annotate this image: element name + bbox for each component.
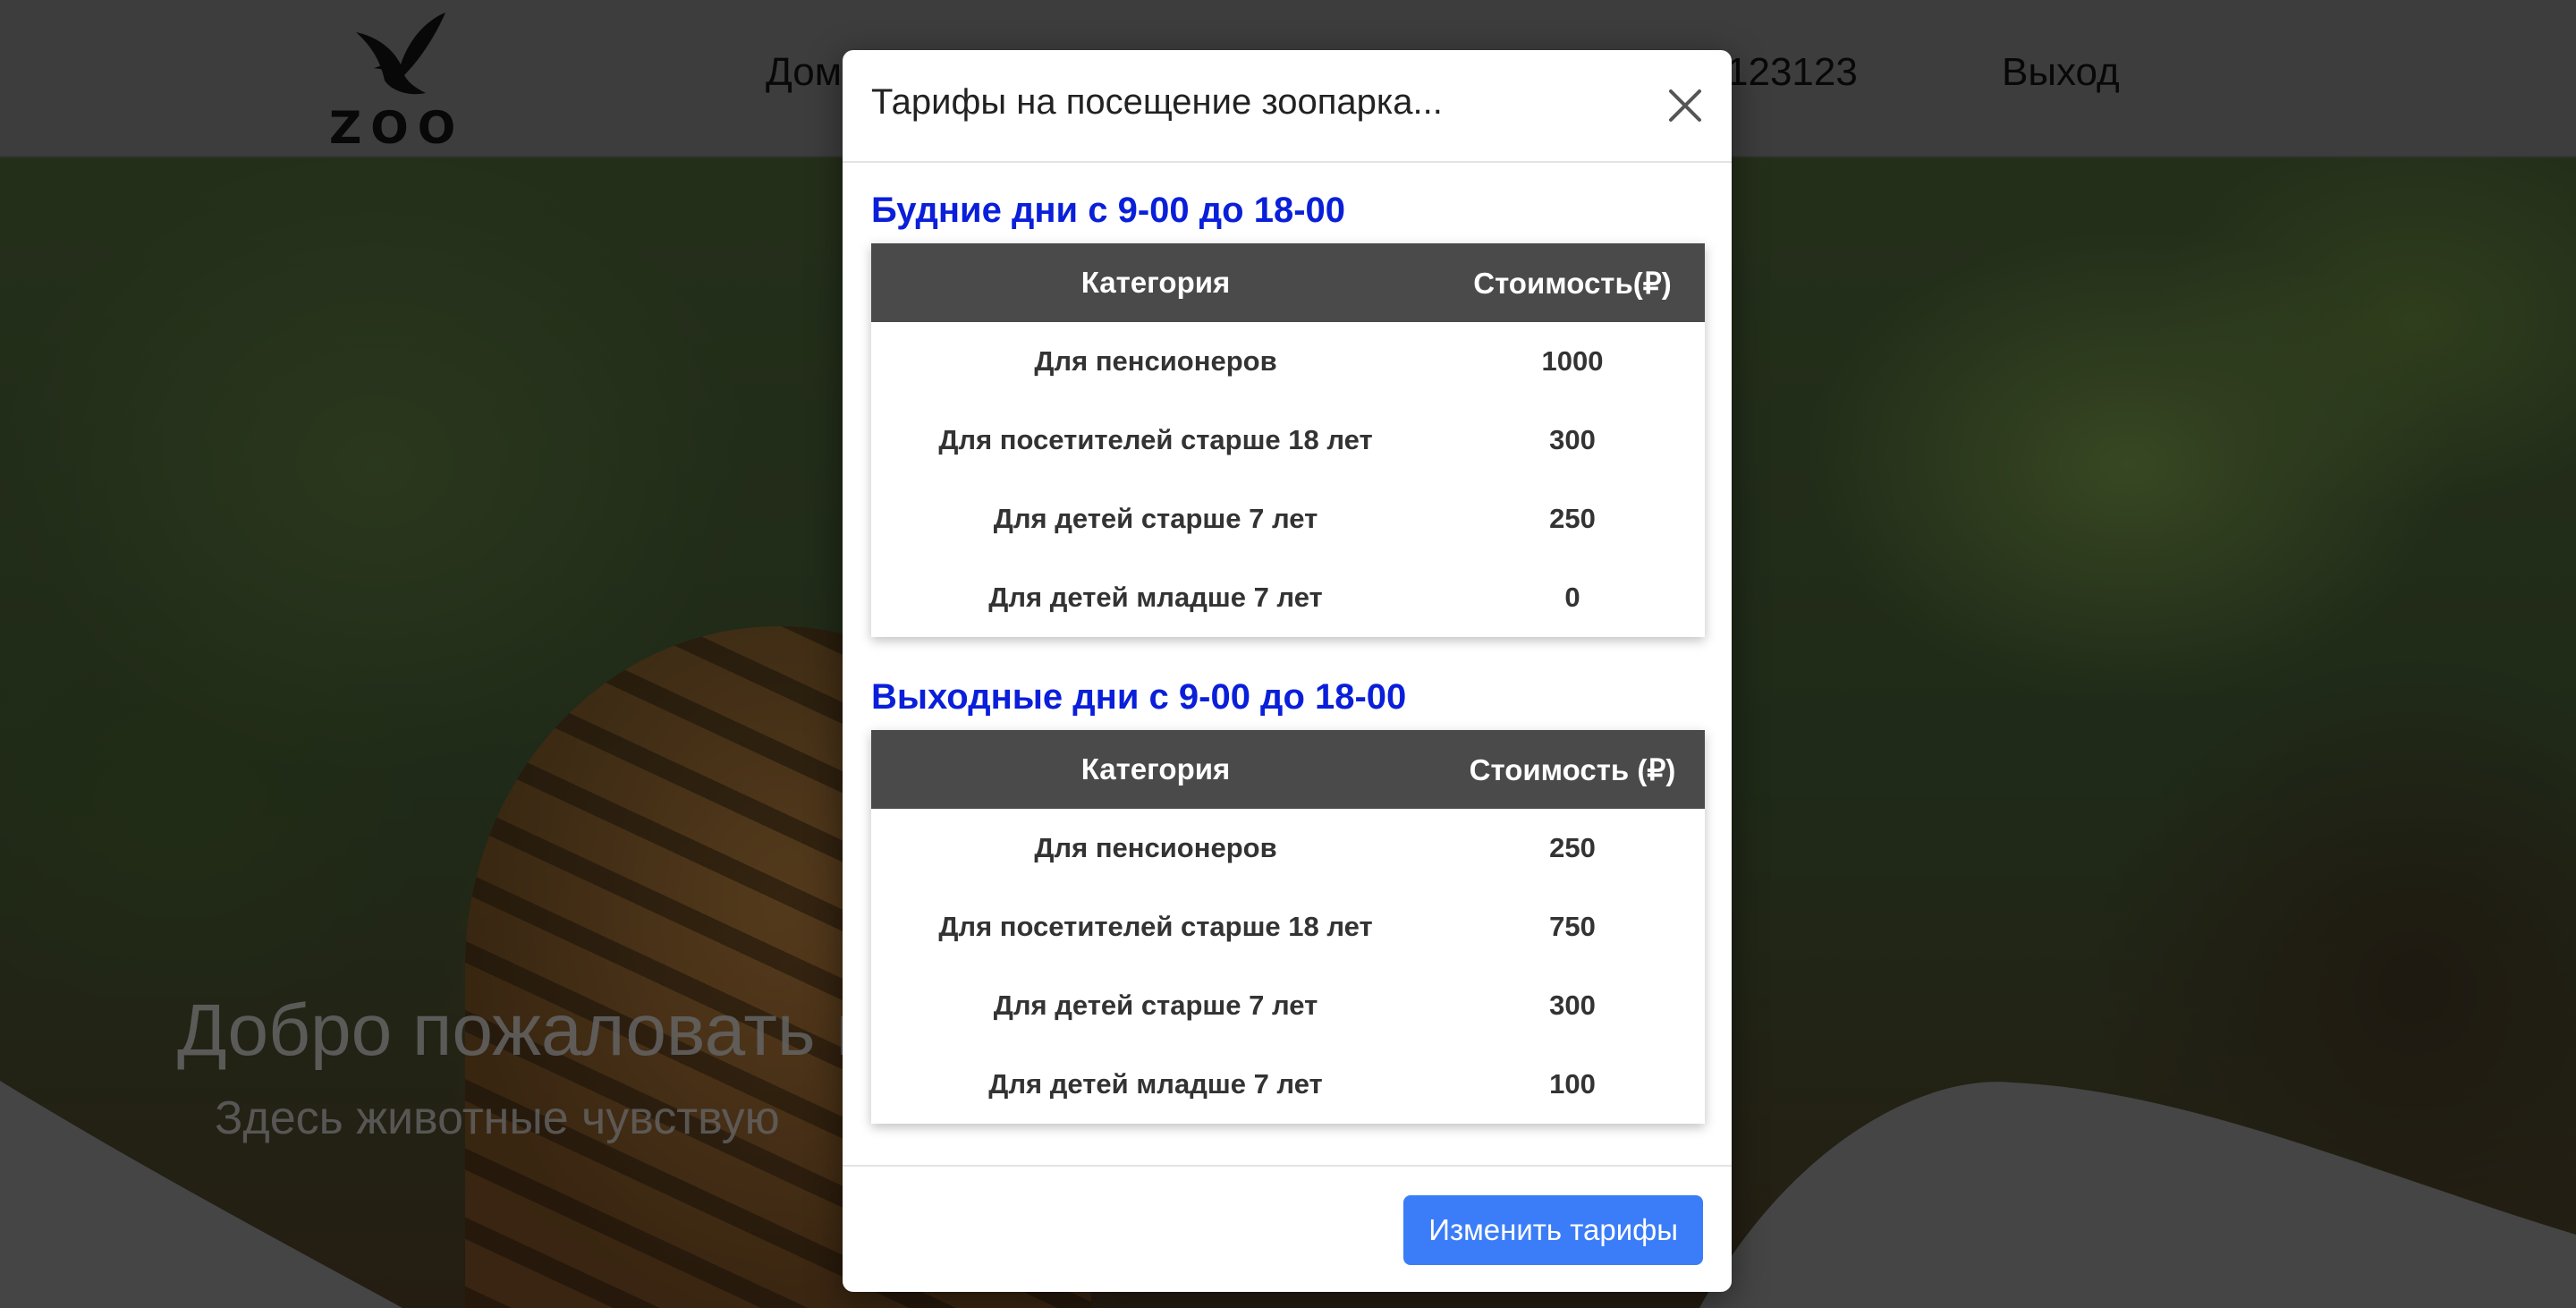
category-cell: Для детей старше 7 лет bbox=[993, 503, 1318, 534]
close-button[interactable] bbox=[1660, 81, 1710, 131]
table-row: Для детей старше 7 лет 300 bbox=[871, 966, 1705, 1045]
modal-footer: Изменить тарифы bbox=[843, 1165, 1732, 1292]
price-cell: 0 bbox=[1564, 582, 1580, 613]
column-header-category: Категория bbox=[871, 243, 1440, 322]
table-row: Для детей старше 7 лет 250 bbox=[871, 480, 1705, 558]
column-header-category: Категория bbox=[871, 730, 1440, 809]
table-row: Для детей младше 7 лет 100 bbox=[871, 1045, 1705, 1124]
column-header-price: Стоимость (₽) bbox=[1440, 730, 1705, 809]
change-tariffs-button[interactable]: Изменить тарифы bbox=[1403, 1195, 1703, 1265]
category-cell: Для детей младше 7 лет bbox=[988, 582, 1323, 613]
price-cell: 250 bbox=[1549, 503, 1596, 534]
price-cell: 300 bbox=[1549, 424, 1596, 455]
category-cell: Для пенсионеров bbox=[1034, 832, 1277, 863]
page: Добро пожаловать в Здесь животные чувств… bbox=[0, 0, 2576, 1308]
weekends-title: Выходные дни с 9-00 до 18-00 bbox=[871, 677, 1407, 717]
price-cell: 1000 bbox=[1541, 345, 1604, 377]
price-cell: 300 bbox=[1549, 989, 1596, 1021]
modal-body: Будние дни с 9-00 до 18-00 Категория Сто… bbox=[871, 161, 1705, 1124]
table-header-row: Категория Стоимость(₽) bbox=[871, 243, 1705, 322]
price-cell: 100 bbox=[1549, 1068, 1596, 1100]
modal-title: Тарифы на посещение зоопарка... bbox=[871, 82, 1443, 122]
price-cell: 250 bbox=[1549, 832, 1596, 863]
table-row: Для детей младше 7 лет 0 bbox=[871, 558, 1705, 637]
table-row: Для посетителей старше 18 лет 300 bbox=[871, 401, 1705, 480]
category-cell: Для детей младше 7 лет bbox=[988, 1068, 1323, 1100]
table-row: Для посетителей старше 18 лет 750 bbox=[871, 888, 1705, 966]
weekdays-table: Категория Стоимость(₽) Для пенсионеров 1… bbox=[871, 243, 1705, 637]
tariffs-modal: Тарифы на посещение зоопарка... Будние д… bbox=[843, 50, 1732, 1292]
table-row: Для пенсионеров 250 bbox=[871, 809, 1705, 888]
table-header-row: Категория Стоимость (₽) bbox=[871, 730, 1705, 809]
category-cell: Для посетителей старше 18 лет bbox=[938, 424, 1373, 455]
modal-header: Тарифы на посещение зоопарка... bbox=[843, 50, 1732, 163]
weekdays-title: Будние дни с 9-00 до 18-00 bbox=[871, 191, 1345, 230]
category-cell: Для пенсионеров bbox=[1034, 345, 1277, 377]
price-cell: 750 bbox=[1549, 911, 1596, 942]
category-cell: Для детей старше 7 лет bbox=[993, 989, 1318, 1021]
weekends-table: Категория Стоимость (₽) Для пенсионеров … bbox=[871, 730, 1705, 1124]
category-cell: Для посетителей старше 18 лет bbox=[938, 911, 1373, 942]
column-header-price: Стоимость(₽) bbox=[1440, 243, 1705, 322]
table-row: Для пенсионеров 1000 bbox=[871, 322, 1705, 401]
close-icon bbox=[1669, 89, 1701, 122]
